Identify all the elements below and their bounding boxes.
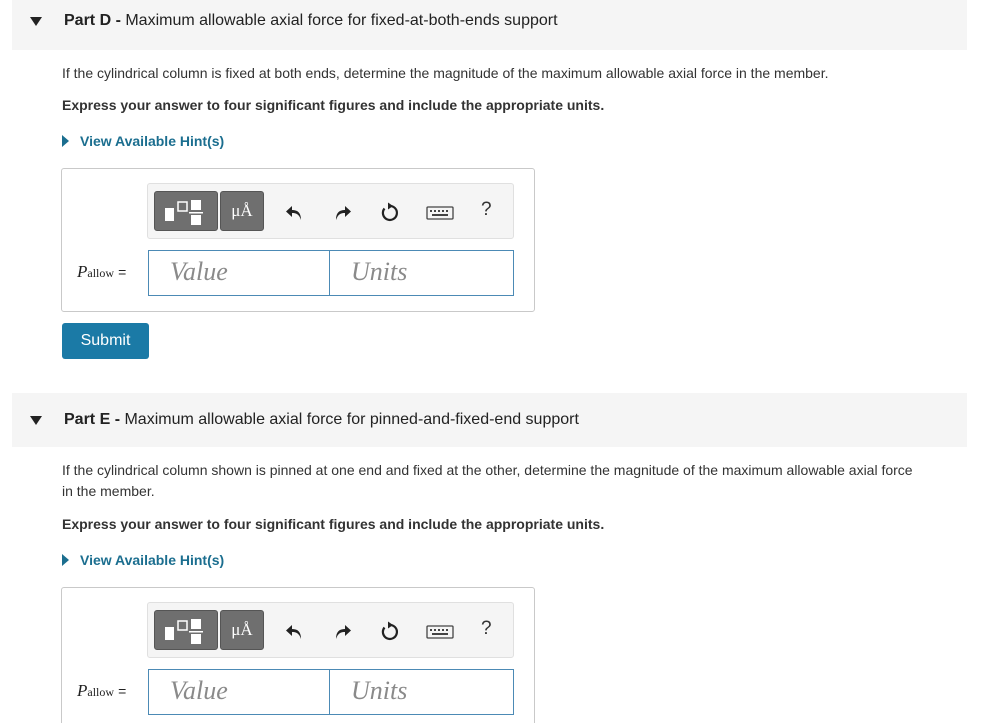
undo-icon[interactable]: [284, 621, 306, 643]
templates-button[interactable]: [154, 610, 218, 650]
undo-icon[interactable]: [284, 202, 306, 224]
redo-icon[interactable]: [331, 202, 353, 224]
reset-icon[interactable]: [378, 202, 400, 224]
help-icon[interactable]: ?: [481, 618, 492, 640]
units-button[interactable]: μÅ: [220, 610, 264, 650]
templates-icon: [165, 619, 203, 644]
part-d-hint-link[interactable]: View Available Hint(s): [62, 133, 224, 149]
equals-sign: =: [118, 264, 127, 280]
keyboard-icon[interactable]: [426, 621, 454, 643]
part-e-collapse-icon[interactable]: [30, 416, 42, 425]
help-icon[interactable]: ?: [481, 199, 492, 221]
part-e-variable-label: Pallow =: [77, 681, 126, 701]
variable-subscript: allow: [87, 685, 115, 699]
part-e-math-toolbar: μÅ ?: [147, 602, 514, 658]
part-d-hint-label: View Available Hint(s): [80, 133, 225, 149]
templates-icon: [165, 200, 203, 225]
part-e-label: Part E: [64, 411, 111, 428]
part-d-math-toolbar: μÅ ?: [147, 183, 514, 239]
part-e-answer-box: μÅ ? Pallow = Value Units: [61, 587, 535, 723]
part-d-submit-button[interactable]: Submit: [62, 323, 149, 359]
part-e-value-input[interactable]: Value: [148, 669, 330, 715]
part-d-units-input[interactable]: Units: [329, 250, 514, 296]
templates-button[interactable]: [154, 191, 218, 231]
equals-sign: =: [118, 683, 127, 699]
reset-icon[interactable]: [378, 621, 400, 643]
part-e-title: Part E - Maximum allowable axial force f…: [64, 411, 579, 429]
part-d-title: Part D - Maximum allowable axial force f…: [64, 12, 558, 30]
keyboard-icon[interactable]: [426, 202, 454, 224]
part-d-label: Part D: [64, 12, 112, 29]
part-d-title-text: Maximum allowable axial force for fixed-…: [125, 12, 558, 29]
part-d-instruction: Express your answer to four significant …: [62, 97, 605, 113]
caret-right-icon: [62, 135, 69, 147]
redo-icon[interactable]: [331, 621, 353, 643]
part-e-units-input[interactable]: Units: [329, 669, 514, 715]
part-e-instruction: Express your answer to four significant …: [62, 516, 605, 532]
part-e-hint-link[interactable]: View Available Hint(s): [62, 552, 224, 568]
part-d-variable-label: Pallow =: [77, 262, 126, 282]
part-d-answer-box: μÅ ? Pallow = Value Units: [61, 168, 535, 312]
caret-right-icon: [62, 554, 69, 566]
variable-subscript: allow: [87, 266, 115, 280]
part-e-question: If the cylindrical column shown is pinne…: [62, 462, 913, 499]
variable-symbol: P: [77, 681, 88, 700]
part-d-separator: -: [111, 12, 126, 29]
part-e-title-text: Maximum allowable axial force for pinned…: [124, 411, 579, 428]
part-d-value-input[interactable]: Value: [148, 250, 330, 296]
units-button[interactable]: μÅ: [220, 191, 264, 231]
part-e-separator: -: [110, 411, 125, 428]
variable-symbol: P: [77, 262, 88, 281]
part-d-collapse-icon[interactable]: [30, 17, 42, 26]
part-e-hint-label: View Available Hint(s): [80, 552, 225, 568]
part-d-question: If the cylindrical column is fixed at bo…: [62, 65, 829, 81]
